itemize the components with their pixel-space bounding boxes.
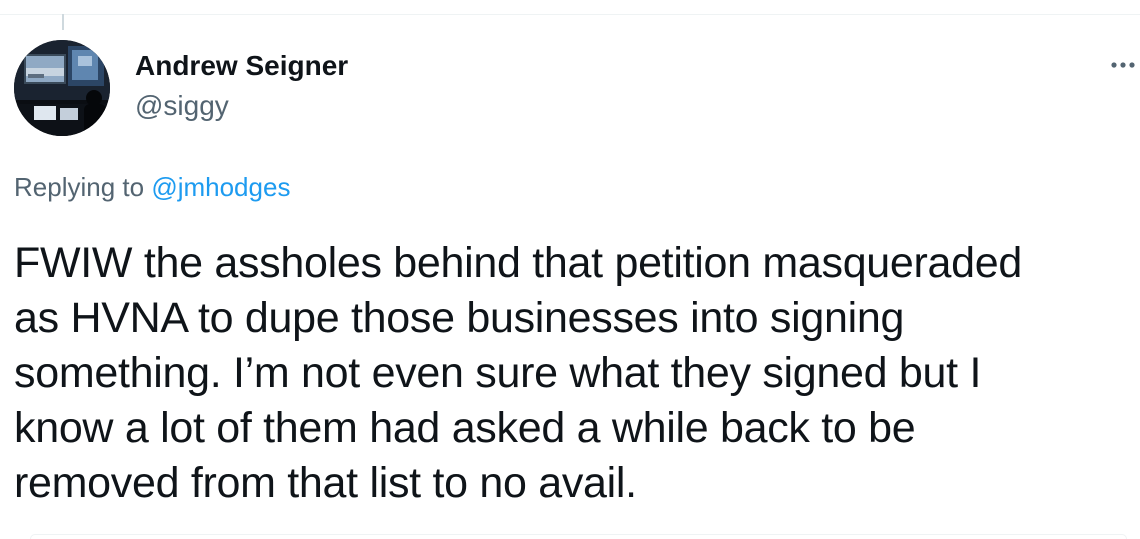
tweet-text-line: know a lot of them had asked a while bac… [14, 404, 916, 452]
more-dots-icon [1111, 62, 1135, 68]
top-divider [0, 14, 1140, 15]
reply-mention-link[interactable]: @jmhodges [151, 172, 290, 202]
tweet-text-line: FWIW the assholes behind that petition m… [14, 239, 1023, 287]
avatar[interactable] [14, 40, 110, 136]
thread-connector-line [62, 14, 64, 30]
tweet-text-line: removed from that list to no avail. [14, 459, 637, 507]
tweet-text-line: as HVNA to dupe those businesses into si… [14, 294, 905, 342]
author-display-name[interactable]: Andrew Seigner [135, 50, 348, 82]
tweet-text-line: something. I’m not even sure what they s… [14, 349, 982, 397]
author-handle[interactable]: @siggy [135, 90, 229, 122]
avatar-image [14, 40, 110, 136]
reply-context: Replying to @jmhodges [14, 172, 290, 203]
more-options-button[interactable] [1108, 48, 1140, 80]
tweet-body: FWIW the assholes behind that petition m… [14, 236, 1134, 511]
embedded-card-edge [30, 534, 1127, 539]
reply-context-prefix: Replying to [14, 172, 152, 202]
